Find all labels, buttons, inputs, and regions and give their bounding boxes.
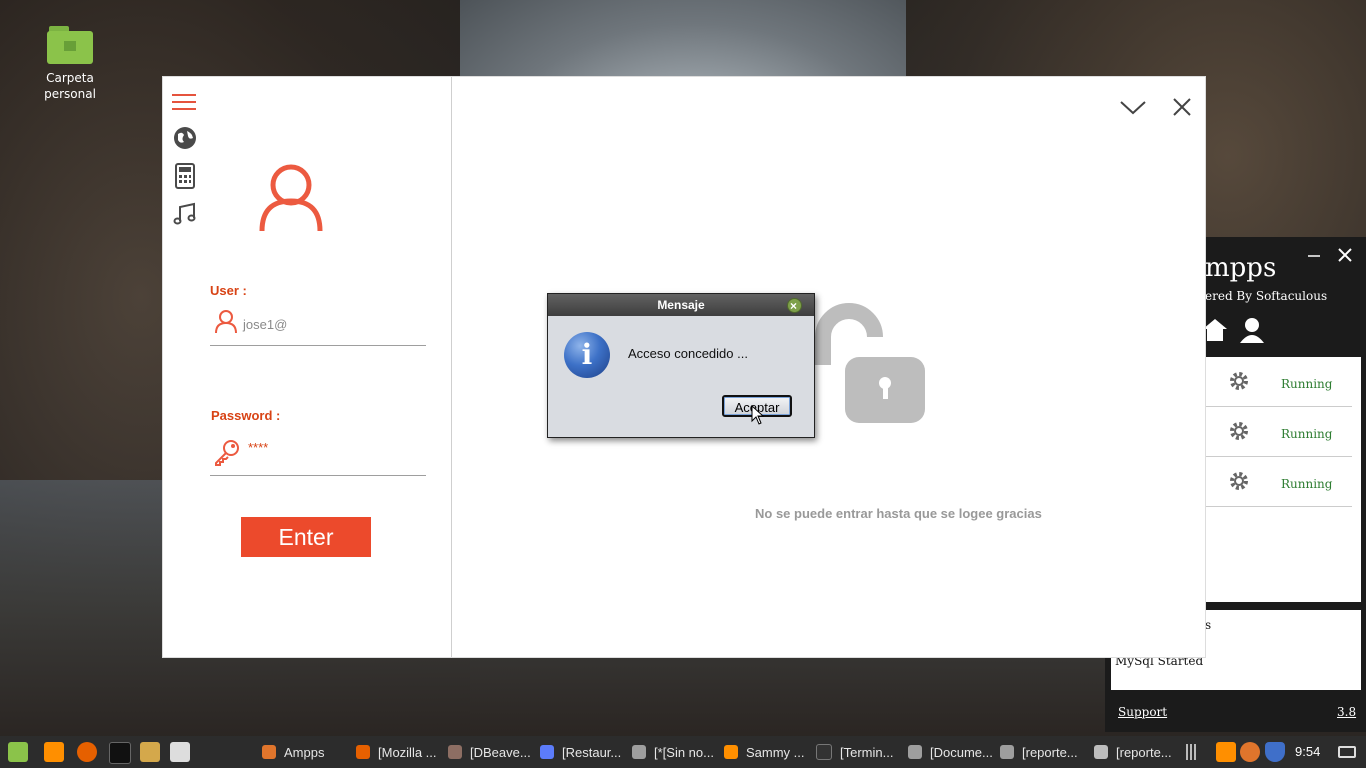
password-label: Password :: [211, 408, 281, 423]
taskbar-item[interactable]: [*[Sin no...: [632, 736, 714, 768]
taskbar-item-label: [Docume...: [930, 744, 993, 760]
desktop-home-folder-label: Carpeta personal: [44, 71, 96, 101]
media-player-icon[interactable]: [44, 742, 64, 762]
terminal-icon: [816, 744, 832, 760]
ampps-tray-icon[interactable]: [1240, 742, 1260, 762]
shield-icon[interactable]: [1265, 742, 1285, 762]
taskbar-item-label: [Mozilla ...: [378, 744, 437, 760]
clock: 9:54: [1295, 744, 1321, 759]
user-icon: [215, 310, 237, 333]
user-icon[interactable]: [1239, 317, 1265, 343]
firefox-icon: [356, 745, 370, 759]
service-row[interactable]: Running: [1205, 457, 1352, 507]
enter-button[interactable]: Enter: [241, 517, 371, 557]
user-input[interactable]: jose1@: [243, 317, 287, 332]
taskbar-item-label: [*[Sin no...: [654, 744, 714, 760]
taskbar-item-label: Ampps: [284, 744, 325, 760]
globe-icon[interactable]: [172, 125, 198, 151]
firefox-icon[interactable]: [77, 742, 97, 762]
user-field[interactable]: jose1@: [210, 307, 426, 346]
chevron-down-icon[interactable]: [1119, 95, 1147, 119]
support-link[interactable]: Support: [1118, 705, 1167, 719]
mouse-cursor-icon: [751, 405, 765, 425]
password-field[interactable]: ****: [210, 432, 426, 476]
service-status: Running: [1281, 377, 1333, 391]
close-icon[interactable]: [1337, 247, 1353, 263]
battery-icon[interactable]: [1338, 746, 1356, 758]
log-line: s: [1205, 618, 1212, 632]
locked-message: No se puede entrar hasta que se logee gr…: [755, 506, 1042, 521]
ampps-subtitle: ered By Softaculous: [1205, 289, 1328, 303]
gear-icon[interactable]: [1227, 419, 1251, 443]
network-icon[interactable]: [1186, 744, 1198, 760]
media-player-icon: [724, 745, 738, 759]
media-tray-icon[interactable]: [1216, 742, 1236, 762]
message-dialog: Mensaje i Acceso concedido ... Aceptar: [547, 293, 815, 438]
taskbar-item-label: [Restaur...: [562, 744, 622, 760]
tex-icon: [908, 745, 922, 759]
cube-icon: [540, 745, 554, 759]
document-icon: [1094, 745, 1108, 759]
music-icon[interactable]: [172, 201, 198, 227]
minimize-icon[interactable]: [1307, 249, 1321, 263]
taskbar-item-label: [reporte...: [1116, 744, 1172, 760]
version-link[interactable]: 3.8: [1337, 705, 1356, 719]
app-launcher-icon[interactable]: [170, 742, 190, 762]
login-panel: User : jose1@ Password : **** Enter: [163, 77, 452, 657]
folder-icon: [47, 26, 93, 64]
taskbar-item[interactable]: Ampps: [262, 736, 324, 768]
key-icon: [215, 440, 239, 466]
close-icon[interactable]: [1169, 95, 1195, 119]
user-avatar-icon: [259, 164, 323, 232]
files-icon[interactable]: [140, 742, 160, 762]
dialog-close-icon[interactable]: [787, 295, 802, 317]
taskbar-item-label: [DBeave...: [470, 744, 531, 760]
taskbar-item-label: [reporte...: [1022, 744, 1078, 760]
taskbar-item[interactable]: [Restaur...: [540, 736, 621, 768]
ampps-title: mpps: [1205, 253, 1277, 283]
taskbar-item-label: Sammy ...: [746, 744, 805, 760]
home-icon[interactable]: [1203, 317, 1227, 343]
taskbar-item[interactable]: [Termin...: [816, 736, 893, 768]
dialog-titlebar: Mensaje: [548, 294, 814, 317]
taskbar-item[interactable]: [DBeave...: [448, 736, 531, 768]
dialog-title: Mensaje: [657, 298, 705, 312]
dialog-message: Acceso concedido ...: [628, 346, 748, 361]
user-label: User :: [210, 283, 247, 298]
service-row[interactable]: Running: [1205, 357, 1352, 407]
calculator-icon[interactable]: [172, 163, 198, 189]
taskbar-item-label: [Termin...: [840, 744, 894, 760]
tex-icon: [1000, 745, 1014, 759]
ampps-icon: [262, 745, 276, 759]
taskbar-item[interactable]: Sammy ...: [724, 736, 805, 768]
terminal-icon[interactable]: [109, 742, 131, 764]
taskbar-item[interactable]: [reporte...: [1094, 736, 1172, 768]
taskbar: Ampps [Mozilla ... [DBeave... [Restaur..…: [0, 736, 1366, 768]
taskbar-item[interactable]: [reporte...: [1000, 736, 1078, 768]
dbeaver-icon: [448, 745, 462, 759]
service-status: Running: [1281, 427, 1333, 441]
menu-icon[interactable]: [172, 89, 196, 115]
menu-start-icon[interactable]: [8, 742, 28, 762]
editor-icon: [632, 745, 646, 759]
desktop-home-folder[interactable]: Carpeta personal: [40, 26, 100, 102]
password-input[interactable]: ****: [248, 440, 268, 455]
service-row[interactable]: Running: [1205, 407, 1352, 457]
unlocked-padlock-icon: [815, 303, 925, 423]
service-status: Running: [1281, 477, 1333, 491]
info-icon: i: [564, 332, 610, 378]
taskbar-item[interactable]: [Docume...: [908, 736, 993, 768]
taskbar-item[interactable]: [Mozilla ...: [356, 736, 437, 768]
gear-icon[interactable]: [1227, 369, 1251, 393]
gear-icon[interactable]: [1227, 469, 1251, 493]
